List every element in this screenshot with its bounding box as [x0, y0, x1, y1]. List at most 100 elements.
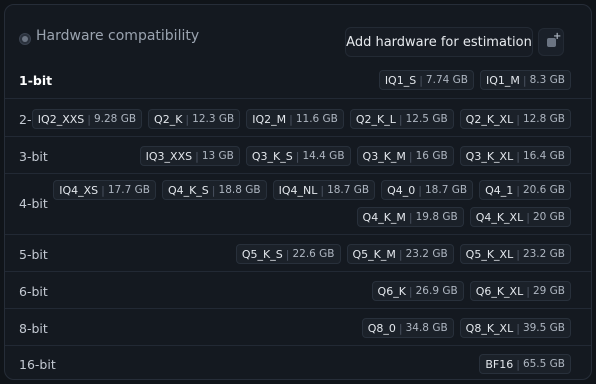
quant-name: Q4_K_XL — [475, 210, 524, 224]
quant-name: Q8_K_XL — [465, 321, 514, 335]
quant-size: 17.7 GB — [107, 184, 150, 196]
quant-name: Q3_K_M — [362, 149, 406, 163]
row-label: 8-bit — [19, 321, 48, 336]
quant-size: 39.5 GB — [522, 322, 565, 334]
row-2-bit: 2-bit IQ2_XXS|9.28 GB Q2_K|12.3 GB IQ2_M… — [5, 98, 591, 137]
quant-chip[interactable]: Q8_0 | 34.8 GB — [361, 318, 454, 338]
quant-name: IQ1_S — [384, 73, 417, 87]
row-label: 16-bit — [19, 357, 56, 372]
quant-chip[interactable]: Q4_1 | 20.6 GB — [479, 180, 571, 200]
quant-size: 34.8 GB — [405, 322, 448, 334]
quant-size: 7.74 GB — [425, 74, 468, 86]
quant-size: 12.8 GB — [522, 113, 565, 125]
quant-name: Q5_K_S — [241, 247, 283, 261]
quant-size: 65.5 GB — [522, 358, 565, 370]
quant-size: 29 GB — [532, 285, 565, 297]
plus-icon: + — [553, 31, 562, 42]
quant-chip[interactable]: Q2_K_L | 12.5 GB — [349, 109, 454, 129]
hardware-compatibility-panel: Hardware compatibility Add hardware for … — [4, 4, 592, 380]
quant-name: Q4_K_S — [167, 183, 209, 197]
quant-chip[interactable]: Q5_K_M | 23.2 GB — [346, 244, 454, 264]
row-label: 3-bit — [19, 149, 48, 164]
quant-size: 18.8 GB — [218, 184, 261, 196]
row-label: 5-bit — [19, 247, 48, 262]
quant-name: Q2_K_L — [355, 112, 396, 126]
quant-chip[interactable]: Q6_K_XL | 29 GB — [469, 281, 571, 301]
quant-chip[interactable]: Q6_K | 26.9 GB — [371, 281, 464, 301]
quant-name: Q8_0 — [367, 321, 396, 335]
row-label: 1-bit — [19, 73, 53, 88]
quant-name: IQ3_XXS — [145, 149, 193, 163]
quant-chip[interactable]: IQ4_XS | 17.7 GB — [53, 180, 156, 200]
quant-chip[interactable]: Q4_K_XL | 20 GB — [469, 207, 571, 227]
quant-chip[interactable]: Q3_K_S | 14.4 GB — [245, 146, 351, 166]
row-8-bit: 8-bit Q8_0 | 34.8 GB Q8_K_XL | 39.5 GB — [5, 308, 591, 346]
row-3-bit: 3-bit IQ3_XXS | 13 GB Q3_K_S | 14.4 GB Q3_K_… — [5, 136, 591, 174]
quant-name: BF16 — [485, 357, 514, 371]
quant-chip[interactable]: Q2_K_XL | 12.8 GB — [459, 109, 571, 129]
quant-chip[interactable]: IQ2_XXS | 9.28 GB — [31, 109, 143, 129]
quant-name: IQ4_NL — [278, 183, 318, 197]
quant-chip[interactable]: IQ2_M | 11.6 GB — [246, 109, 344, 129]
quant-size: 26.9 GB — [415, 285, 458, 297]
quant-size: 12.5 GB — [405, 113, 448, 125]
quant-chip[interactable]: IQ1_S | 7.74 GB — [378, 70, 474, 90]
panel-header: Hardware compatibility Add hardware for … — [5, 5, 591, 61]
quant-size: 20 GB — [532, 211, 565, 223]
quant-size: 23.2 GB — [522, 248, 565, 260]
quant-size: 13 GB — [201, 150, 234, 162]
quant-name: Q3_K_XL — [465, 149, 514, 163]
quant-name: Q2_K_XL — [465, 112, 514, 126]
quant-name: IQ4_XS — [59, 183, 99, 197]
row-1-bit: 1-bit IQ1_S | 7.74 GB IQ1_M | 8.3 GB — [5, 61, 591, 98]
quant-size: 18.7 GB — [425, 184, 468, 196]
add-hardware-icon-button[interactable]: + — [538, 28, 564, 56]
row-4-bit: 4-bit IQ4_XS | 17.7 GB Q4_K_S | 18.8 GB IQ4_… — [5, 173, 591, 235]
quant-name: Q4_0 — [387, 183, 416, 197]
quant-name: Q5_K_XL — [465, 247, 514, 261]
quant-name: Q6_K — [377, 284, 406, 298]
quant-chip[interactable]: Q4_0 | 18.7 GB — [381, 180, 474, 200]
row-16-bit: 16-bit BF16 | 65.5 GB — [5, 345, 591, 380]
panel-title: Hardware compatibility — [36, 28, 200, 44]
quant-chip[interactable]: Q5_K_XL | 23.2 GB — [459, 244, 571, 264]
quant-size: 16 GB — [415, 150, 448, 162]
quant-name: Q5_K_M — [352, 247, 396, 261]
quant-name: Q3_K_S — [251, 149, 293, 163]
row-6-bit: 6-bit Q6_K | 26.9 GB Q6_K_XL | 29 GB — [5, 271, 591, 309]
quant-size: 8.3 GB — [529, 74, 565, 86]
quant-size: 22.6 GB — [292, 248, 335, 260]
quant-chip[interactable]: IQ3_XXS | 13 GB — [139, 146, 240, 166]
quant-chip[interactable]: Q5_K_S | 22.6 GB — [235, 244, 341, 264]
quant-chip[interactable]: Q8_K_XL | 39.5 GB — [459, 318, 571, 338]
quant-chip[interactable]: IQ1_M | 8.3 GB — [479, 70, 571, 90]
quant-chip[interactable]: Q3_K_M | 16 GB — [356, 146, 454, 166]
quant-name: Q4_K_M — [362, 210, 406, 224]
row-5-bit: 5-bit Q5_K_S | 22.6 GB Q5_K_M | 23.2 GB Q5_K… — [5, 234, 591, 272]
quant-size: 11.6 GB — [295, 113, 338, 125]
quant-chip[interactable]: Q3_K_XL | 16.4 GB — [459, 146, 571, 166]
quant-name: IQ2_XXS — [37, 112, 85, 126]
quant-size: 9.28 GB — [93, 113, 137, 125]
quant-name: IQ1_M — [485, 73, 520, 87]
quant-size: 16.4 GB — [522, 150, 565, 162]
quant-name: Q4_1 — [485, 183, 514, 197]
add-hardware-button[interactable]: Add hardware for estimation — [345, 27, 533, 57]
quant-size: 20.6 GB — [522, 184, 565, 196]
quant-chip[interactable]: Q4_K_M | 19.8 GB — [356, 207, 464, 227]
quant-chip[interactable]: IQ4_NL | 18.7 GB — [272, 180, 376, 200]
quant-size: 23.2 GB — [405, 248, 448, 260]
quant-size: 12.3 GB — [192, 113, 235, 125]
quant-size: 14.4 GB — [302, 150, 345, 162]
quant-chip[interactable]: Q4_K_S | 18.8 GB — [161, 180, 267, 200]
quant-chip[interactable]: BF16 | 65.5 GB — [479, 354, 571, 374]
row-label: 4-bit — [19, 196, 48, 211]
quant-name: Q6_K_XL — [475, 284, 524, 298]
quant-size: 19.8 GB — [415, 211, 458, 223]
quant-size: 18.7 GB — [327, 184, 370, 196]
hardware-icon — [19, 33, 31, 45]
quant-chip[interactable]: Q2_K | 12.3 GB — [148, 109, 241, 129]
row-label: 6-bit — [19, 284, 48, 299]
quant-name: Q2_K — [154, 112, 183, 126]
quant-name: IQ2_M — [252, 112, 287, 126]
